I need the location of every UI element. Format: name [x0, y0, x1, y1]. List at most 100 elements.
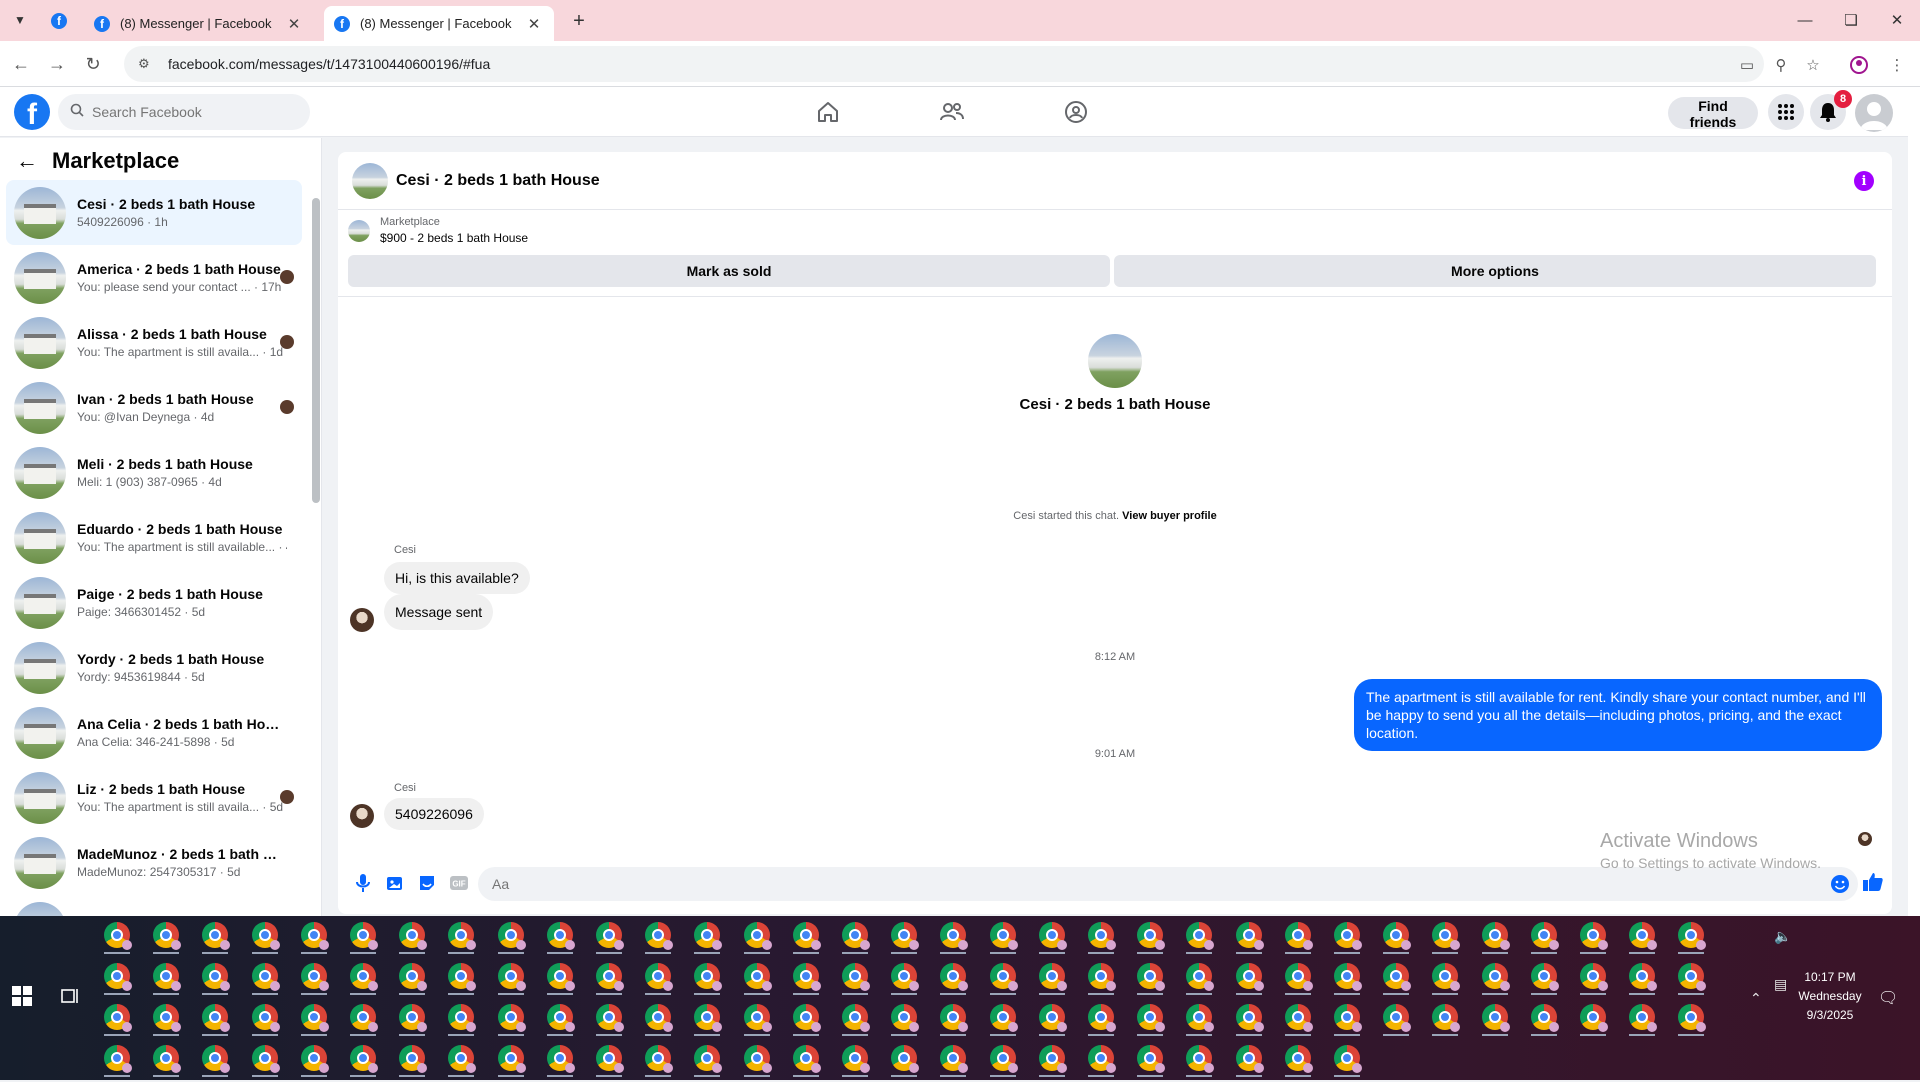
sidebar-scroll-thumb[interactable] [312, 198, 320, 503]
conversation-item[interactable]: America · 2 beds 1 bath House You: please… [6, 245, 302, 310]
message-input[interactable] [490, 875, 1790, 893]
chrome-taskbar-icon[interactable] [1678, 963, 1707, 991]
account-avatar[interactable] [1855, 94, 1893, 132]
close-tab-icon[interactable]: ✕ [524, 15, 544, 33]
chrome-taskbar-icon[interactable] [694, 922, 723, 950]
chrome-taskbar-icon[interactable] [1284, 1004, 1313, 1032]
sender-avatar[interactable] [350, 804, 374, 828]
conversation-item[interactable]: Eduardo · 2 beds 1 bath House You: The ap… [6, 505, 302, 570]
chrome-taskbar-icon[interactable] [694, 963, 723, 991]
chrome-taskbar-icon[interactable] [1580, 963, 1608, 991]
photo-icon[interactable] [382, 870, 408, 896]
listing-avatar[interactable] [352, 162, 388, 199]
chrome-taskbar-icon[interactable] [1481, 1004, 1510, 1032]
conversation-item[interactable]: Paige · 2 beds 1 bath House Paige: 346630… [6, 570, 302, 635]
chrome-taskbar-icon[interactable] [1284, 922, 1313, 950]
chrome-taskbar-icon[interactable] [1038, 963, 1067, 991]
chrome-taskbar-icon[interactable] [596, 1045, 624, 1073]
chrome-taskbar-icon[interactable] [1088, 1045, 1116, 1073]
chrome-taskbar-icon[interactable] [940, 922, 969, 950]
volume-icon[interactable]: 🔈 [1774, 928, 1791, 945]
chrome-taskbar-icon[interactable] [1383, 922, 1412, 950]
chrome-taskbar-icon[interactable] [1678, 1004, 1707, 1032]
chrome-taskbar-icon[interactable] [645, 963, 674, 991]
chrome-taskbar-icon[interactable] [1481, 922, 1510, 950]
chrome-taskbar-icon[interactable] [792, 1004, 821, 1032]
search-input[interactable] [90, 103, 290, 121]
like-thumb-icon[interactable] [1862, 871, 1884, 898]
more-options-button[interactable]: More options [1114, 255, 1876, 287]
chrome-taskbar-icon[interactable] [743, 1045, 772, 1073]
network-icon[interactable]: ▤ [1774, 976, 1787, 993]
chrome-taskbar-icon[interactable] [399, 922, 428, 950]
chrome-taskbar-icon[interactable] [1186, 963, 1215, 991]
chrome-taskbar-icon[interactable] [153, 1045, 182, 1073]
conversation-item[interactable]: Teriana · 2 beds 1 bath House [6, 895, 302, 916]
chrome-taskbar-icon[interactable] [1580, 1004, 1608, 1032]
notification-center-icon[interactable]: 🗨 [1878, 988, 1898, 1008]
browser-tab-2[interactable]: f (8) Messenger | Facebook ✕ [324, 6, 554, 41]
chrome-taskbar-icon[interactable] [1481, 963, 1510, 991]
chrome-taskbar-icon[interactable] [1334, 1004, 1362, 1032]
chrome-taskbar-icon[interactable] [1629, 922, 1658, 950]
chrome-taskbar-icon[interactable] [399, 963, 428, 991]
chrome-taskbar-icon[interactable] [497, 922, 526, 950]
listing-summary[interactable]: Marketplace $900 - 2 beds 1 bath House [348, 216, 528, 245]
conversation-item[interactable]: Yordy · 2 beds 1 bath House Yordy: 945361… [6, 635, 302, 700]
chrome-taskbar-icon[interactable] [842, 922, 870, 950]
chrome-taskbar-icon[interactable] [1088, 922, 1116, 950]
chrome-taskbar-icon[interactable] [1334, 963, 1362, 991]
chrome-taskbar-icon[interactable] [153, 963, 182, 991]
chrome-taskbar-icon[interactable] [891, 922, 920, 950]
chrome-taskbar-icon[interactable] [645, 922, 674, 950]
close-window-button[interactable]: ✕ [1882, 8, 1912, 32]
chrome-taskbar-icon[interactable] [1678, 922, 1707, 950]
chrome-taskbar-icon[interactable] [940, 1004, 969, 1032]
chrome-taskbar-icon[interactable] [1186, 922, 1215, 950]
chrome-taskbar-icon[interactable] [497, 1045, 526, 1073]
chrome-taskbar-icon[interactable] [251, 963, 280, 991]
chrome-taskbar-icon[interactable] [1235, 963, 1264, 991]
chrome-taskbar-icon[interactable] [596, 922, 624, 950]
chrome-taskbar-icon[interactable] [546, 1045, 575, 1073]
chrome-taskbar-icon[interactable] [1629, 963, 1658, 991]
chrome-taskbar-icon[interactable] [448, 963, 477, 991]
chrome-taskbar-icon[interactable] [1186, 1045, 1215, 1073]
chrome-taskbar-icon[interactable] [104, 1004, 132, 1032]
chrome-taskbar-icon[interactable] [153, 1004, 182, 1032]
chrome-taskbar-icon[interactable] [1334, 922, 1362, 950]
page-scrollbar[interactable] [1908, 87, 1920, 916]
conversation-item[interactable]: MadeMunoz · 2 beds 1 bath Ho... MadeMunoz… [6, 830, 302, 895]
close-tab-icon[interactable]: ✕ [284, 15, 304, 33]
chrome-taskbar-icon[interactable] [1383, 1004, 1412, 1032]
chrome-taskbar-icon[interactable] [842, 1045, 870, 1073]
install-app-icon[interactable]: ▭ [1736, 54, 1758, 76]
chrome-taskbar-icon[interactable] [1530, 1004, 1559, 1032]
conversation-item[interactable]: Ivan · 2 beds 1 bath House You: @Ivan Dey… [6, 375, 302, 440]
browser-tab-1[interactable]: f (8) Messenger | Facebook ✕ [84, 6, 314, 41]
sidebar-scrollbar[interactable] [312, 188, 320, 908]
chrome-taskbar-icon[interactable] [153, 922, 182, 950]
chrome-taskbar-icon[interactable] [546, 1004, 575, 1032]
chrome-taskbar-icon[interactable] [1334, 1045, 1362, 1073]
chrome-taskbar-icon[interactable] [1629, 1004, 1658, 1032]
chrome-taskbar-icon[interactable] [1235, 922, 1264, 950]
notifications-button[interactable]: 8 [1810, 90, 1852, 130]
chrome-taskbar-icon[interactable] [251, 1004, 280, 1032]
chrome-taskbar-icon[interactable] [743, 963, 772, 991]
menu-grid-button[interactable] [1768, 94, 1804, 130]
incoming-message[interactable]: 5409226096 [384, 798, 484, 830]
chrome-taskbar-icon[interactable] [1432, 963, 1461, 991]
emoji-icon[interactable] [1830, 874, 1850, 899]
search-box[interactable] [58, 94, 310, 130]
chrome-taskbar-icon[interactable] [1137, 1045, 1166, 1073]
chrome-taskbar-icon[interactable] [1235, 1045, 1264, 1073]
chrome-taskbar-icon[interactable] [1284, 1045, 1313, 1073]
chrome-taskbar-icon[interactable] [497, 1004, 526, 1032]
chrome-taskbar-icon[interactable] [448, 922, 477, 950]
chrome-taskbar-icon[interactable] [350, 922, 378, 950]
mark-as-sold-button[interactable]: Mark as sold [348, 255, 1110, 287]
chrome-taskbar-icon[interactable] [251, 922, 280, 950]
bookmark-star-icon[interactable]: ☆ [1802, 54, 1824, 76]
chat-title[interactable]: Cesi · 2 beds 1 bath House [396, 172, 600, 190]
